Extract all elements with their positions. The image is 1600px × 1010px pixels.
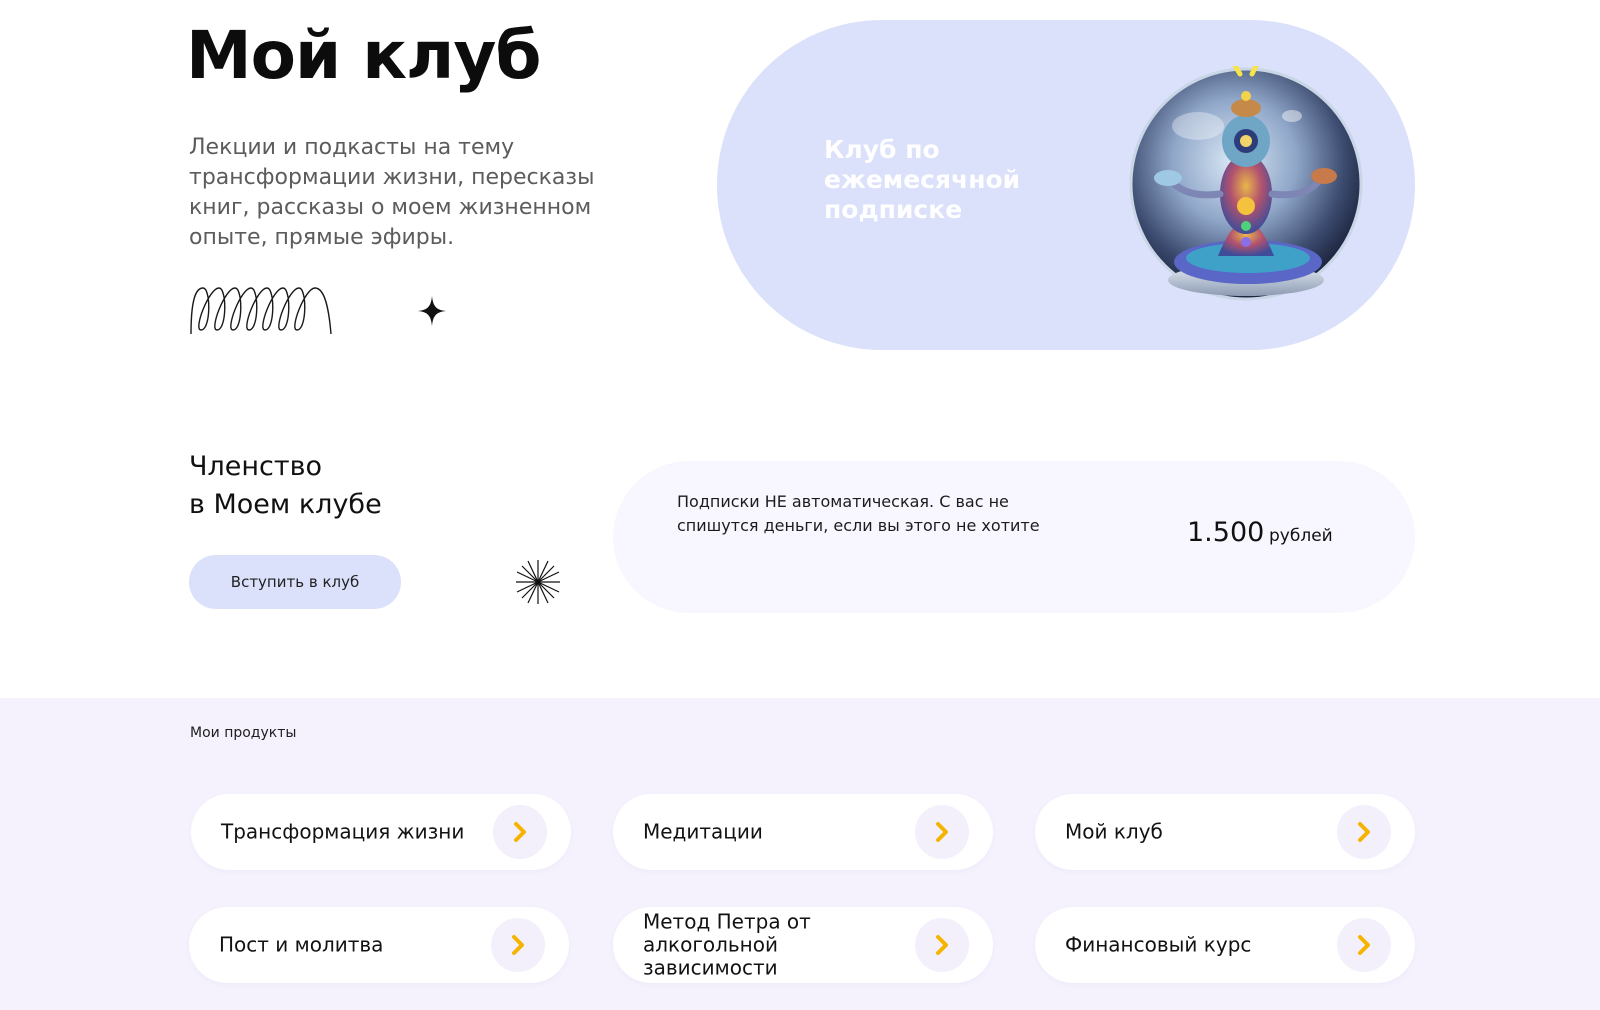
product-label: Мой клуб	[1065, 819, 1163, 844]
chevron-right-icon	[493, 805, 547, 859]
subscription-price-card: Подписки НЕ автоматическая. С вас не спи…	[613, 461, 1415, 613]
hero-description: Лекции и подкасты на тему трансформации …	[189, 135, 595, 250]
membership-title-line2: в Моем клубе	[189, 489, 382, 520]
crystal-ball-meditation-image	[1129, 66, 1363, 301]
product-card-finance-course[interactable]: Финансовый курс	[1035, 907, 1415, 983]
price-currency: рублей	[1269, 526, 1333, 546]
product-label: Метод Петра от алкогольной зависимости	[643, 909, 811, 980]
product-label: Трансформация жизни	[221, 819, 465, 844]
price-amount: 1.500	[1187, 517, 1265, 548]
product-label: Пост и молитва	[219, 932, 384, 957]
page: Мой клуб Лекции и подкасты на тему транс…	[0, 0, 1600, 1010]
club-banner: Клуб по ежемесячной подписке	[717, 20, 1415, 350]
chevron-right-icon	[1337, 918, 1391, 972]
products-section: Мои продукты Трансформация жизни Медитац…	[0, 698, 1600, 1010]
chevron-right-icon	[491, 918, 545, 972]
product-label: Финансовый курс	[1065, 932, 1252, 957]
product-card-fasting-prayer[interactable]: Пост и молитва	[189, 907, 569, 983]
chevron-right-icon	[915, 805, 969, 859]
club-banner-text: Клуб по ежемесячной подписке	[824, 135, 1021, 224]
chevron-right-icon	[1337, 805, 1391, 859]
products-heading: Мои продукты	[190, 725, 297, 741]
product-card-transformation[interactable]: Трансформация жизни	[191, 794, 571, 870]
star-decoration-icon	[418, 296, 446, 326]
membership-title: Членство в Моем клубе	[189, 448, 382, 524]
subscription-note: Подписки НЕ автоматическая. С вас не спи…	[677, 492, 1040, 535]
product-card-meditations[interactable]: Медитации	[613, 794, 993, 870]
chevron-right-icon	[915, 918, 969, 972]
starburst-decoration-icon	[516, 560, 560, 604]
join-club-button[interactable]: Вступить в клуб	[189, 555, 401, 609]
product-label: Медитации	[643, 819, 763, 844]
product-card-my-club[interactable]: Мой клуб	[1035, 794, 1415, 870]
squiggle-decoration-icon	[190, 287, 332, 335]
product-card-petr-method[interactable]: Метод Петра от алкогольной зависимости	[613, 907, 993, 983]
page-title: Мой клуб	[186, 17, 541, 94]
membership-title-line1: Членство	[189, 451, 323, 482]
